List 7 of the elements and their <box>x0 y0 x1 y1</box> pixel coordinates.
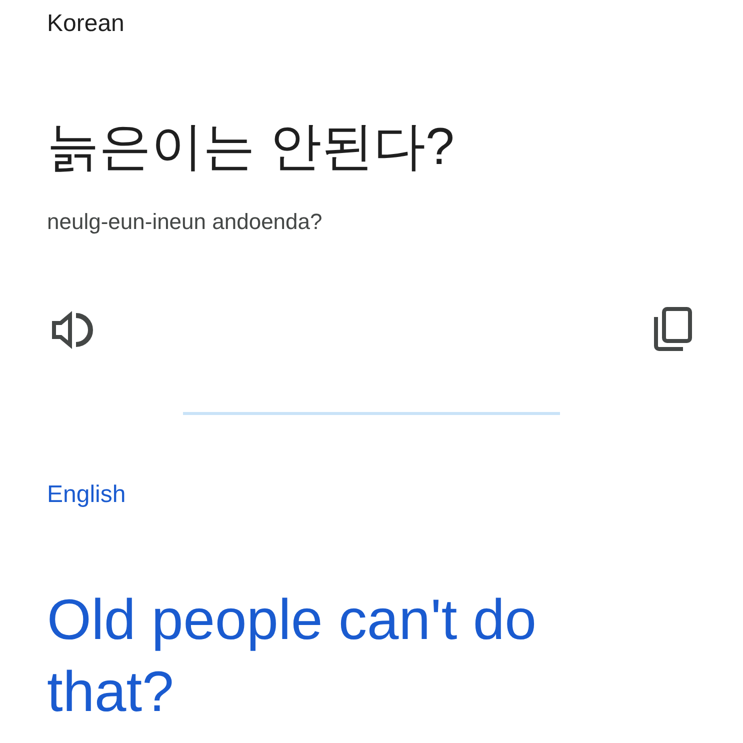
target-language-label: English <box>47 480 126 510</box>
source-language-label: Korean <box>47 9 124 39</box>
speaker-icon[interactable] <box>52 309 94 351</box>
romanization-text: neulg-eun-ineun andoenda? <box>47 208 322 236</box>
translation-text: Old people can't do that? <box>47 587 538 726</box>
copy-icon[interactable] <box>652 307 692 353</box>
source-text: 늙은이는 안된다? <box>47 117 454 177</box>
